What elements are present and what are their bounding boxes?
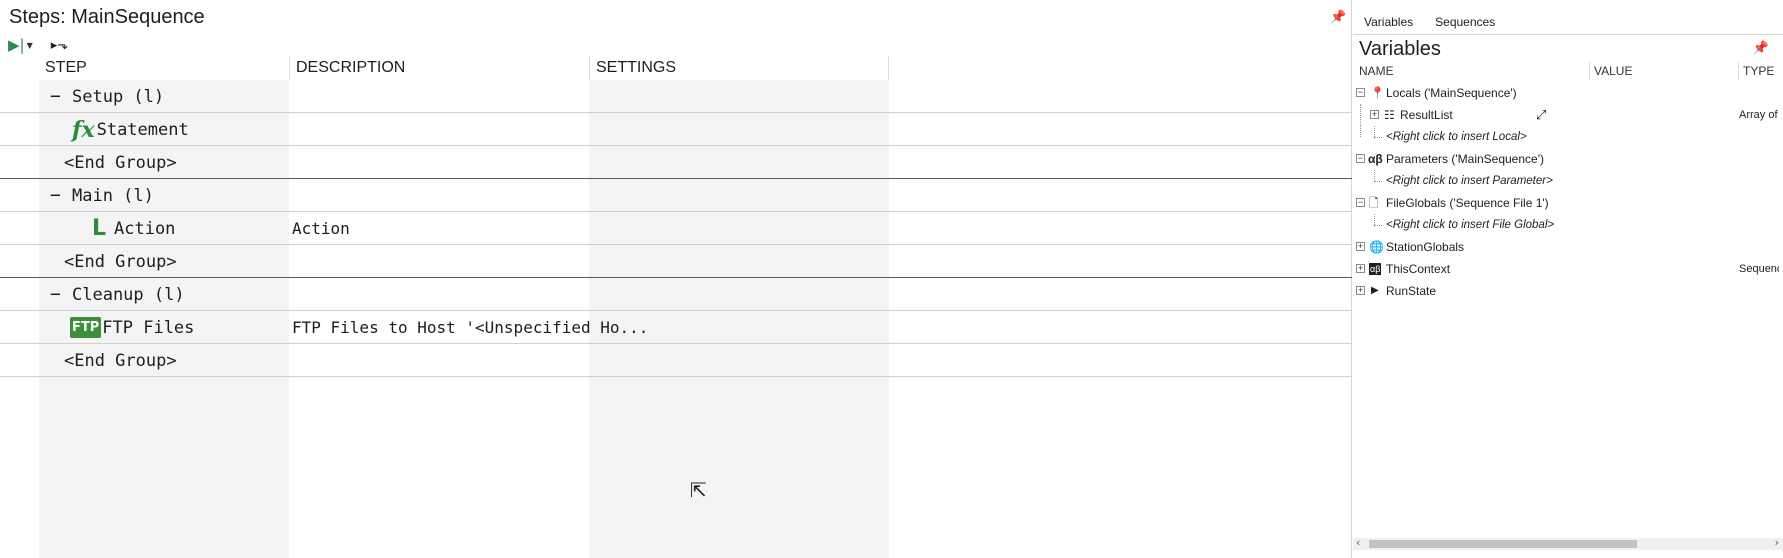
variables-tabs: Variables Sequences bbox=[1353, 12, 1506, 34]
tree-hint: <Right click to insert Parameter> bbox=[1386, 175, 1553, 187]
group-label: Cleanup (l) bbox=[72, 284, 185, 305]
step-description: Action bbox=[292, 219, 350, 238]
file-globe-icon: 🗋 bbox=[1369, 196, 1379, 210]
pin-icon[interactable]: 📌 bbox=[1330, 10, 1346, 25]
end-group-label: <End Group> bbox=[64, 251, 177, 272]
variables-pane: Variables Sequences Variables 📌 NAME VAL… bbox=[1353, 0, 1783, 558]
tree-hint-row[interactable]: <Right click to insert File Global> bbox=[1353, 214, 1783, 236]
tree-label: RunState bbox=[1386, 284, 1437, 298]
tree-label: ThisContext bbox=[1386, 262, 1451, 276]
tree-hint: <Right click to insert Local> bbox=[1386, 131, 1527, 143]
group-row-setup[interactable]: − Setup (l) bbox=[0, 80, 1352, 113]
action-step-icon: L bbox=[91, 216, 107, 241]
group-row-cleanup[interactable]: − Cleanup (l) bbox=[0, 278, 1352, 311]
tree-label: FileGlobals ('Sequence File 1') bbox=[1386, 196, 1549, 210]
group-row-main[interactable]: − Main (l) bbox=[0, 179, 1352, 212]
steps-grid: − Setup (l) fx Statement <End Group> − M… bbox=[0, 80, 1352, 377]
collapse-icon[interactable]: − bbox=[50, 284, 70, 305]
step-into-button[interactable]: ▸⬎ bbox=[41, 38, 68, 53]
tree-label: Locals ('MainSequence') bbox=[1386, 86, 1517, 100]
mouse-cursor-icon: ⇱ bbox=[690, 478, 707, 502]
collapse-icon[interactable]: − bbox=[1356, 154, 1365, 163]
play-icon: ▶ bbox=[1371, 285, 1379, 296]
step-row-action[interactable]: L Action Action bbox=[0, 212, 1352, 245]
statement-fx-icon: fx bbox=[72, 116, 95, 143]
end-group-label: <End Group> bbox=[64, 152, 177, 173]
expand-icon[interactable]: + bbox=[1370, 110, 1379, 119]
run-icon: ▶| bbox=[8, 36, 25, 54]
tree-node-parameters[interactable]: − αβ Parameters ('MainSequence') bbox=[1353, 148, 1783, 170]
scrollbar-thumb[interactable] bbox=[1369, 540, 1637, 548]
tab-sequences[interactable]: Sequences bbox=[1424, 12, 1506, 34]
pin-icon[interactable]: 📌 bbox=[1753, 41, 1769, 56]
tree-type: Array of R bbox=[1739, 109, 1779, 121]
ftp-icon: FTP bbox=[70, 317, 102, 338]
expand-icon[interactable]: + bbox=[1356, 242, 1365, 251]
alpha-beta-icon: αβ bbox=[1368, 152, 1383, 166]
chevron-down-icon[interactable]: ▼ bbox=[27, 41, 33, 50]
expand-arrow-icon[interactable]: ⤢ bbox=[1536, 104, 1546, 126]
column-header-name[interactable]: NAME bbox=[1359, 62, 1394, 80]
tab-variables[interactable]: Variables bbox=[1353, 12, 1425, 34]
tree-hint-row[interactable]: <Right click to insert Parameter> bbox=[1353, 170, 1783, 192]
context-icon: αβ bbox=[1369, 263, 1382, 275]
tree-node-fileglobals[interactable]: − 🗋 FileGlobals ('Sequence File 1') bbox=[1353, 192, 1783, 214]
collapse-icon[interactable]: − bbox=[1356, 88, 1365, 97]
horizontal-scrollbar[interactable]: ‹ › bbox=[1353, 536, 1783, 550]
end-group-label: <End Group> bbox=[64, 350, 177, 371]
tree-label: StationGlobals bbox=[1386, 240, 1465, 254]
step-row-statement[interactable]: fx Statement bbox=[0, 113, 1352, 146]
column-header-type[interactable]: TYPE bbox=[1738, 62, 1774, 80]
tree-node-stationglobals[interactable]: + 🌐 StationGlobals bbox=[1353, 236, 1783, 258]
column-header-value[interactable]: VALUE bbox=[1589, 62, 1632, 80]
tree-node-runstate[interactable]: + ▶ RunState bbox=[1353, 280, 1783, 302]
location-pin-icon: 📍 bbox=[1370, 86, 1385, 100]
steps-pane: Steps: MainSequence 📌 ▶| ▼ ▸⬎ STEP DESCR… bbox=[0, 0, 1352, 558]
step-label: Action bbox=[114, 218, 176, 239]
step-into-icon: ▸⬎ bbox=[50, 37, 69, 53]
end-group-row[interactable]: <End Group> bbox=[0, 344, 1352, 377]
expand-icon[interactable]: + bbox=[1356, 286, 1365, 295]
group-label: Main (l) bbox=[72, 185, 154, 206]
run-button[interactable]: ▶| ▼ bbox=[8, 36, 33, 54]
steps-grid-header: STEP DESCRIPTION SETTINGS bbox=[0, 56, 1352, 80]
globe-icon: 🌐 bbox=[1369, 240, 1384, 254]
step-description: FTP Files to Host '<Unspecified Ho... bbox=[292, 318, 649, 337]
end-group-row[interactable]: <End Group> bbox=[0, 245, 1352, 278]
tree-label: ResultList bbox=[1400, 108, 1453, 122]
variables-tree: − 📍 Locals ('MainSequence') + ☷ ResultLi… bbox=[1353, 82, 1783, 302]
column-header-description[interactable]: DESCRIPTION bbox=[289, 56, 589, 80]
array-icon: ☷ bbox=[1384, 108, 1395, 122]
scroll-right-icon[interactable]: › bbox=[1775, 536, 1779, 549]
collapse-icon[interactable]: − bbox=[1356, 198, 1365, 207]
tree-node-resultlist[interactable]: + ☷ ResultList ⤢ Array of R bbox=[1353, 104, 1783, 126]
steps-pane-title: Steps: MainSequence bbox=[9, 6, 205, 28]
tree-hint-row[interactable]: <Right click to insert Local> bbox=[1353, 126, 1783, 148]
column-header-step[interactable]: STEP bbox=[39, 56, 289, 80]
collapse-icon[interactable]: − bbox=[50, 185, 70, 206]
tree-node-locals[interactable]: − 📍 Locals ('MainSequence') bbox=[1353, 82, 1783, 104]
tree-type: Sequenc bbox=[1739, 263, 1779, 275]
variables-title: Variables bbox=[1359, 38, 1441, 60]
step-label: Statement bbox=[96, 119, 189, 140]
step-label: FTP Files bbox=[102, 317, 195, 338]
column-header-settings[interactable]: SETTINGS bbox=[589, 56, 889, 80]
group-label: Setup (l) bbox=[72, 86, 165, 107]
expand-icon[interactable]: + bbox=[1356, 264, 1365, 273]
teststand-window: Steps: MainSequence 📌 ▶| ▼ ▸⬎ STEP DESCR… bbox=[0, 0, 1783, 558]
tree-hint: <Right click to insert File Global> bbox=[1386, 219, 1555, 231]
tree-label: Parameters ('MainSequence') bbox=[1386, 152, 1544, 166]
steps-toolbar: ▶| ▼ ▸⬎ bbox=[8, 34, 68, 56]
collapse-icon[interactable]: − bbox=[50, 86, 70, 107]
tab-divider bbox=[1353, 34, 1783, 35]
tree-node-thiscontext[interactable]: + αβ ThisContext Sequenc bbox=[1353, 258, 1783, 280]
end-group-row[interactable]: <End Group> bbox=[0, 146, 1352, 179]
step-row-ftp-files[interactable]: FTP FTP Files FTP Files to Host '<Unspec… bbox=[0, 311, 1352, 344]
scroll-left-icon[interactable]: ‹ bbox=[1356, 536, 1360, 549]
